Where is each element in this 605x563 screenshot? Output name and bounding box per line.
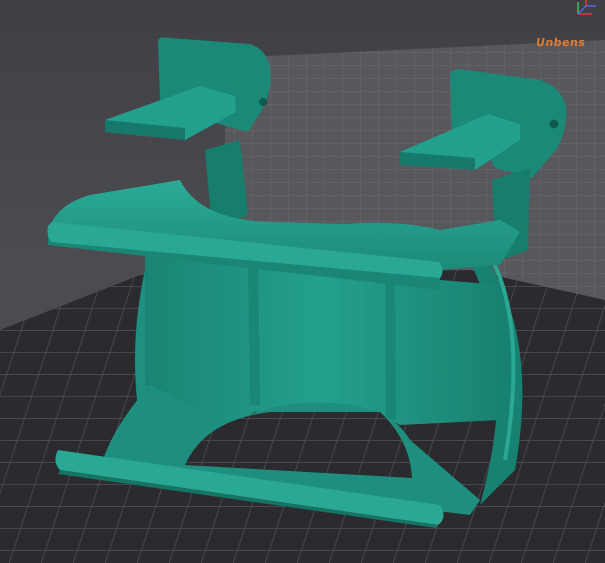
build-plate-label: Unbens — [535, 36, 587, 49]
3d-viewport[interactable]: Unbens — [0, 0, 605, 563]
axis-gizmo-icon[interactable] — [572, 0, 605, 22]
scene-canvas[interactable] — [0, 0, 605, 563]
